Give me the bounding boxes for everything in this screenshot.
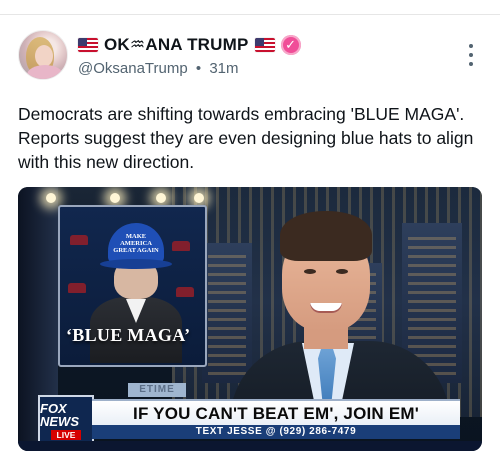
avatar-face (35, 45, 53, 67)
elephant-icon (70, 235, 88, 245)
display-name[interactable]: OK♒ANA TRUMP (104, 35, 249, 55)
news-anchor (230, 207, 450, 431)
live-badge: LIVE (50, 430, 82, 440)
post-header: OK♒ANA TRUMP ✓ @OksanaTrump • 31m (78, 34, 458, 77)
elephant-icon (172, 241, 190, 251)
chyron-subline: TEXT JESSE @ (929) 286-7479 (92, 425, 460, 439)
anchor-hair (280, 211, 372, 261)
anchor-eye (304, 269, 316, 274)
network-logo-text: FOX NEWS (40, 401, 79, 429)
separator-dot: • (195, 60, 202, 77)
studio-light (194, 193, 204, 203)
post-media[interactable]: MAKE AMERICA GREAT AGAIN ‘BLUE MAGA’ ETI… (18, 187, 482, 451)
top-divider (0, 0, 500, 15)
studio-light (46, 193, 56, 203)
panel-caption: ‘BLUE MAGA’ (66, 325, 191, 345)
chyron-headline: IF YOU CAN'T BEAT EM', JOIN EM' (92, 399, 460, 427)
us-flag-icon (78, 38, 98, 52)
more-dot (469, 44, 473, 48)
handle[interactable]: @OksanaTrump (78, 60, 188, 77)
blue-hat: MAKE AMERICA GREAT AGAIN (100, 223, 172, 269)
timestamp[interactable]: 31m (209, 60, 238, 77)
meta-row: @OksanaTrump • 31m (78, 60, 458, 77)
studio-light (156, 193, 166, 203)
chyron-tag: ETIME (128, 383, 186, 397)
elephant-icon (176, 287, 194, 297)
post-text: Democrats are shifting towards embracing… (18, 104, 474, 172)
graphic-panel: MAKE AMERICA GREAT AGAIN ‘BLUE MAGA’ (58, 205, 207, 367)
elephant-icon (68, 283, 86, 293)
bottom-strip (18, 441, 482, 451)
studio-light (110, 193, 120, 203)
more-options-icon[interactable] (466, 44, 476, 66)
avatar-shirt (27, 65, 63, 79)
anchor-eye (336, 269, 348, 274)
avatar[interactable] (18, 30, 68, 80)
more-dot (469, 62, 473, 66)
more-dot (469, 53, 473, 57)
name-row[interactable]: OK♒ANA TRUMP ✓ (78, 34, 458, 56)
anchor-mouth (310, 303, 342, 313)
us-flag-icon (254, 38, 275, 52)
verified-badge-icon: ✓ (280, 35, 301, 55)
network-logo: FOX NEWS LIVE (38, 395, 94, 447)
hat-text: MAKE AMERICA GREAT AGAIN (113, 232, 159, 254)
